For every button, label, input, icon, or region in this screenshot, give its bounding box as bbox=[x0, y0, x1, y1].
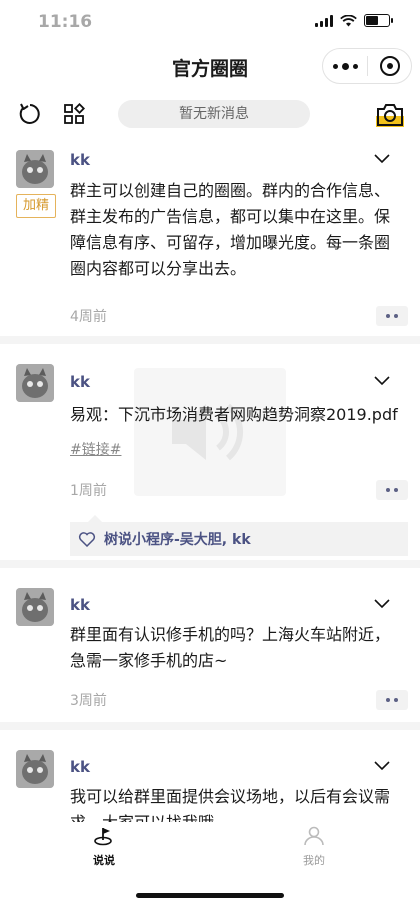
signal-icon bbox=[315, 14, 333, 27]
miniprogram-capsule bbox=[322, 48, 412, 84]
post-time: 3周前 bbox=[70, 693, 107, 709]
post-item: 加精 kk 群主可以创建自己的圈圈。群内的合作信息、群主发布的广告信息，都可以集… bbox=[0, 138, 420, 344]
post-tag-link[interactable]: #链接# bbox=[70, 439, 121, 459]
post-author[interactable]: kk bbox=[70, 758, 90, 776]
post-item: kk 易观：下沉市场消费者网购趋势洞察2019.pdf #链接# 1周前 树说小… bbox=[0, 344, 420, 568]
chevron-down-icon[interactable] bbox=[374, 376, 390, 386]
more-actions-button[interactable] bbox=[376, 480, 408, 500]
featured-badge: 加精 bbox=[16, 194, 56, 218]
refresh-icon bbox=[19, 103, 40, 124]
more-menu-button[interactable] bbox=[323, 62, 367, 70]
category-button[interactable] bbox=[60, 100, 88, 128]
status-time: 11:16 bbox=[38, 12, 93, 32]
toolbar: 暂无新消息 bbox=[0, 94, 420, 134]
post-content[interactable]: 易观：下沉市场消费者网购趋势洞察2019.pdf bbox=[70, 402, 402, 428]
likes-bar: 树说小程序-吴大胆, kk bbox=[70, 515, 408, 556]
tab-posts[interactable]: 说说 bbox=[64, 826, 144, 868]
tab-label: 说说 bbox=[93, 854, 115, 867]
chevron-down-icon[interactable] bbox=[374, 599, 390, 609]
liked-by-names[interactable]: 树说小程序-吴大胆, kk bbox=[104, 529, 251, 549]
refresh-button[interactable] bbox=[16, 100, 44, 128]
status-bar: 11:16 bbox=[0, 0, 420, 46]
chevron-down-icon[interactable] bbox=[374, 154, 390, 164]
avatar[interactable] bbox=[16, 364, 54, 402]
home-indicator[interactable] bbox=[136, 893, 284, 898]
audio-watermark bbox=[134, 368, 286, 496]
post-content: 群里面有认识修手机的吗？上海火车站附近，急需一家修手机的店~ bbox=[70, 625, 391, 670]
speaker-icon bbox=[172, 403, 244, 461]
close-miniprogram-button[interactable] bbox=[368, 56, 411, 76]
more-actions-button[interactable] bbox=[376, 306, 408, 326]
grid-icon bbox=[64, 103, 85, 124]
post-content: 群主可以创建自己的圈圈。群内的合作信息、群主发布的广告信息，都可以集中在这里。保… bbox=[70, 181, 391, 278]
avatar[interactable] bbox=[16, 150, 54, 188]
tab-bar: 说说 我的 bbox=[0, 822, 420, 876]
camera-button[interactable] bbox=[374, 98, 406, 128]
avatar[interactable] bbox=[16, 588, 54, 626]
post-time: 4周前 bbox=[70, 309, 107, 325]
nav-bar: 官方圈圈 bbox=[0, 46, 420, 88]
tab-mine[interactable]: 我的 bbox=[274, 826, 354, 868]
avatar[interactable] bbox=[16, 750, 54, 788]
camera-icon bbox=[376, 104, 404, 127]
post-time: 1周前 bbox=[70, 483, 107, 499]
heart-icon bbox=[78, 532, 96, 547]
feed-list: 加精 kk 群主可以创建自己的圈圈。群内的合作信息、群主发布的广告信息，都可以集… bbox=[0, 138, 420, 822]
post-item: kk 我可以给群里面提供会议场地，以后有会议需求，大家可以找我哦 bbox=[0, 730, 420, 822]
target-icon bbox=[379, 56, 400, 76]
new-message-notice[interactable]: 暂无新消息 bbox=[118, 100, 310, 128]
user-icon bbox=[304, 826, 324, 846]
wifi-icon bbox=[340, 14, 357, 26]
post-author[interactable]: kk bbox=[70, 151, 90, 169]
post-content: 我可以给群里面提供会议场地，以后有会议需求，大家可以找我哦 bbox=[70, 787, 391, 822]
battery-icon bbox=[364, 14, 393, 27]
more-actions-button[interactable] bbox=[376, 690, 408, 710]
chevron-down-icon[interactable] bbox=[374, 761, 390, 771]
post-author[interactable]: kk bbox=[70, 596, 90, 614]
status-icons bbox=[315, 14, 393, 27]
tab-label: 我的 bbox=[303, 854, 325, 867]
flag-icon bbox=[94, 828, 112, 846]
post-item: kk 群里面有认识修手机的吗？上海火车站附近，急需一家修手机的店~ 3周前 bbox=[0, 568, 420, 730]
post-author[interactable]: kk bbox=[70, 373, 90, 391]
